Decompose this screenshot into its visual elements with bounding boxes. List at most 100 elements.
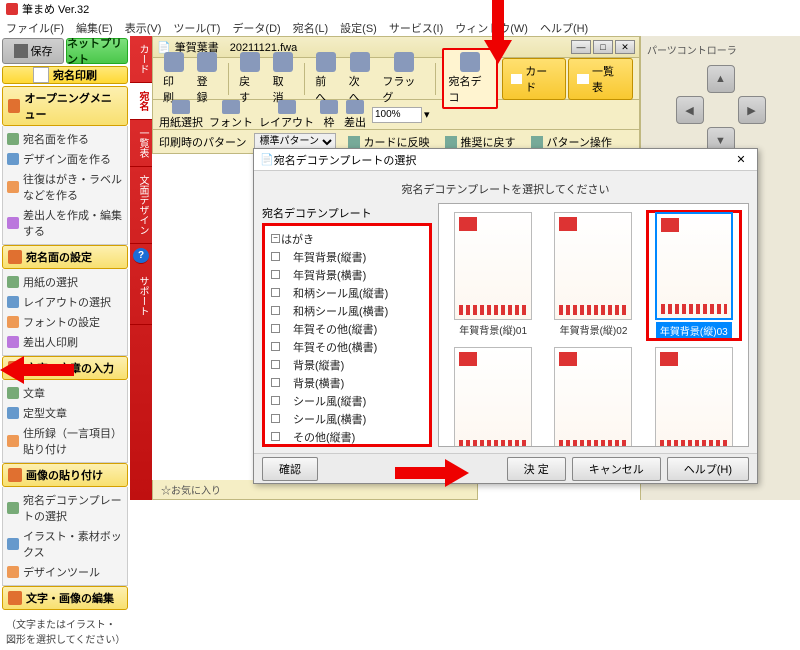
toolbar-取消[interactable]: 取消 [269, 50, 299, 107]
tab-list[interactable]: 一覧表 [130, 120, 152, 167]
dpad-right[interactable]: ▶ [738, 96, 766, 124]
thumbnail[interactable]: 年賀背景(縦)02 [547, 212, 639, 339]
tree-node[interactable]: 和柄シール風(横書) [269, 302, 425, 320]
thumbnail[interactable] [447, 347, 539, 447]
tree-node[interactable]: シール風(縦書) [269, 392, 425, 410]
maximize-button[interactable]: □ [593, 40, 613, 54]
menu-atena[interactable]: 宛名(L) [293, 20, 328, 34]
confirm-button[interactable]: 確認 [262, 457, 318, 481]
layout-レイアウト[interactable]: レイアウト [259, 100, 314, 130]
section-item[interactable]: フォントの設定 [7, 312, 123, 332]
menu-data[interactable]: データ(D) [232, 20, 280, 34]
template-tree[interactable]: はがき年賀背景(縦書)年賀背景(横書)和柄シール風(縦書)和柄シール風(横書)年… [262, 223, 432, 447]
tree-node[interactable]: 和柄シール風(縦書) [269, 284, 425, 302]
view-一覧表[interactable]: 一覧表 [568, 58, 633, 100]
tree-node[interactable]: はがき [269, 230, 425, 248]
menu-tool[interactable]: ツール(T) [173, 20, 220, 34]
template-dialog: 📄 宛名デコテンプレートの選択 ✕ 宛名デコテンプレートを選択してください 宛名… [253, 148, 758, 484]
cancel-button[interactable]: キャンセル [572, 457, 661, 481]
section-item[interactable]: イラスト・素材ボックス [7, 526, 123, 562]
section-header[interactable]: 画像の貼り付け [2, 463, 128, 487]
section-body: 用紙の選択レイアウトの選択フォントの設定差出人印刷 [2, 269, 128, 356]
toolbar-戻す[interactable]: 戻す [235, 50, 265, 107]
save-label: 保存 [31, 43, 53, 59]
layout-用紙選択[interactable]: 用紙選択 [159, 100, 203, 130]
section-item[interactable]: レイアウトの選択 [7, 292, 123, 312]
tab-support[interactable]: サポート [130, 268, 152, 325]
toolbar-前へ[interactable]: 前へ [311, 50, 341, 107]
tree-node[interactable]: 背景(横書) [269, 374, 425, 392]
toolbar-icon [197, 52, 217, 72]
zoom-dropdown-icon[interactable]: ▾ [424, 108, 430, 121]
menu-file[interactable]: ファイル(F) [6, 20, 64, 34]
tab-design[interactable]: 文面デザイン [130, 167, 152, 244]
minimize-button[interactable]: — [571, 40, 591, 54]
help-button[interactable]: ヘルプ(H) [667, 457, 749, 481]
section-header[interactable]: 宛名面の設定 [2, 245, 128, 269]
tree-node[interactable]: 年賀背景(縦書) [269, 248, 425, 266]
section-item[interactable]: 宛名デコテンプレートの選択 [7, 490, 123, 526]
menu-edit[interactable]: 編集(E) [76, 20, 113, 34]
layout-差出[interactable]: 差出 [344, 100, 366, 130]
netprint-button[interactable]: ネットプリント [66, 38, 128, 64]
close-button[interactable]: ✕ [615, 40, 635, 54]
toolbar-登録[interactable]: 登録 [193, 50, 223, 107]
tree-node[interactable]: その他(縦書) [269, 428, 425, 446]
section-item[interactable]: 往復はがき・ラベルなどを作る [7, 169, 123, 205]
app-title: 筆まめ Ver.32 [22, 1, 89, 17]
section-item[interactable]: 差出人印刷 [7, 332, 123, 352]
toolbar-icon [273, 52, 293, 72]
dialog-close-button[interactable]: ✕ [731, 153, 751, 166]
section-icon [8, 99, 20, 113]
atena-print-button[interactable]: 宛名印刷 [2, 66, 128, 84]
toolbar-icon [394, 52, 414, 72]
section-item[interactable]: デザイン面を作る [7, 149, 123, 169]
section-header[interactable]: 文字・画像の編集 [2, 586, 128, 610]
tree-node[interactable]: 年賀その他(縦書) [269, 320, 425, 338]
item-icon [7, 538, 19, 550]
section-icon [8, 468, 22, 482]
tree-node[interactable]: 年賀その他(横書) [269, 338, 425, 356]
menu-help[interactable]: ヘルプ(H) [540, 20, 588, 34]
layout-icon [278, 100, 296, 114]
toolbar-印刷[interactable]: 印刷 [159, 50, 189, 107]
toolbar-icon [460, 52, 480, 72]
reset-icon [445, 136, 457, 148]
pattern-label: 印刷時のパターン [159, 134, 246, 150]
section-body: 宛名面を作るデザイン面を作る往復はがき・ラベルなどを作る差出人を作成・編集する [2, 126, 128, 245]
menu-view[interactable]: 表示(V) [125, 20, 162, 34]
section-item[interactable]: 差出人を作成・編集する [7, 205, 123, 241]
dialog-titlebar: 📄 宛名デコテンプレートの選択 ✕ [254, 149, 757, 171]
tree-node[interactable]: シール風(横書) [269, 410, 425, 428]
menu-service[interactable]: サービス(I) [389, 20, 443, 34]
toolbar-フラッグ[interactable]: フラッグ [378, 50, 429, 107]
section-item[interactable]: 文章 [7, 383, 123, 403]
dialog-title: 宛名デコテンプレートの選択 [274, 152, 417, 168]
dpad-up[interactable]: ▲ [707, 65, 735, 93]
section-header[interactable]: オープニングメニュー [2, 86, 128, 126]
thumbnail[interactable]: 年賀背景(縦)01 [447, 212, 539, 339]
tab-help[interactable]: ? [133, 248, 149, 264]
tree-node[interactable]: 背景(縦書) [269, 356, 425, 374]
tree-node[interactable]: その他(横書) [269, 446, 425, 447]
tab-atena[interactable]: 宛名 [130, 83, 152, 120]
footnote: （文字またはイラスト・図形を選択してください） [2, 612, 128, 650]
layout-フォント[interactable]: フォント [209, 100, 253, 130]
thumbnail[interactable] [547, 347, 639, 447]
tree-node[interactable]: 年賀背景(横書) [269, 266, 425, 284]
zoom-input[interactable] [372, 107, 422, 123]
section-item[interactable]: デザインツール [7, 562, 123, 582]
section-item[interactable]: 定型文章 [7, 403, 123, 423]
menu-settings[interactable]: 設定(S) [340, 20, 377, 34]
dpad-left[interactable]: ◀ [676, 96, 704, 124]
section-item[interactable]: 宛名面を作る [7, 129, 123, 149]
section-item[interactable]: 用紙の選択 [7, 272, 123, 292]
thumbnail[interactable]: 年賀背景(縦)03 [648, 212, 740, 339]
tab-card[interactable]: カード [130, 36, 152, 83]
save-button[interactable]: 保存 [2, 38, 64, 64]
thumbnail[interactable] [648, 347, 740, 447]
layout-枠[interactable]: 枠 [320, 100, 338, 130]
toolbar-次へ[interactable]: 次へ [345, 50, 375, 107]
section-item[interactable]: 住所録（一言項目）貼り付け [7, 423, 123, 459]
ok-button[interactable]: 決 定 [507, 457, 566, 481]
